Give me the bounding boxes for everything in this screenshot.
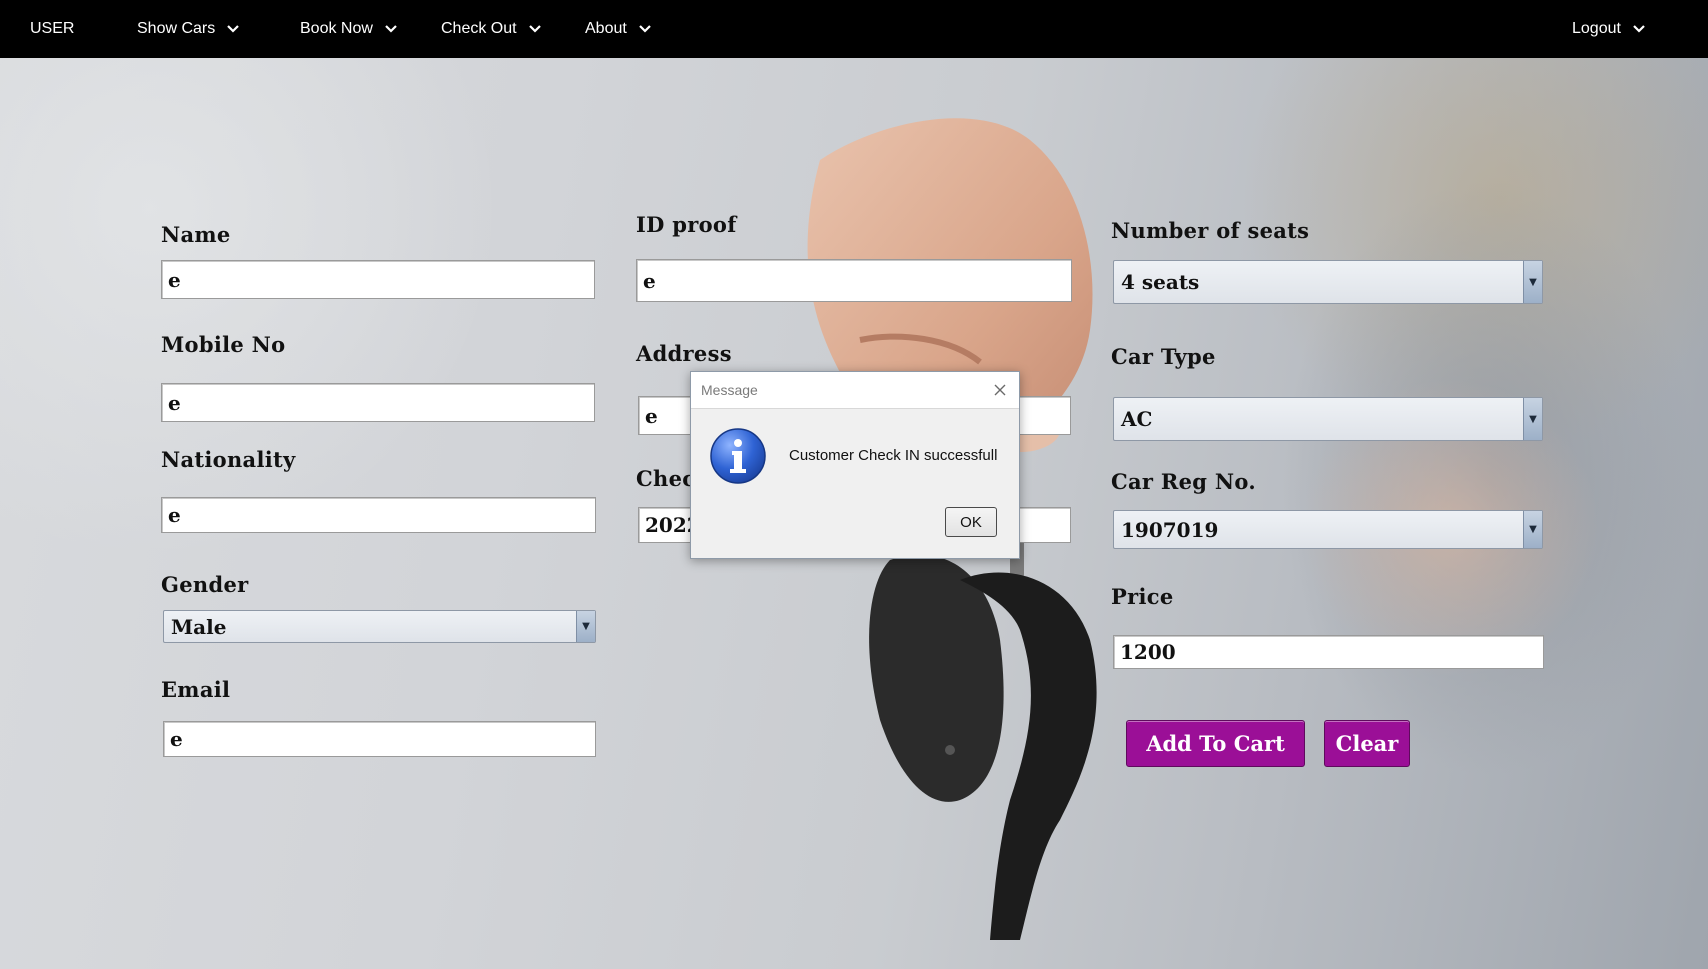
id-proof-label: ID proof	[636, 212, 737, 237]
nav-item-label: Book Now	[300, 20, 373, 37]
car-type-select-value: AC	[1121, 407, 1153, 431]
dropdown-arrow-icon[interactable]: ▼	[1523, 398, 1542, 440]
chevron-down-icon	[225, 21, 241, 37]
chevron-down-icon	[383, 21, 399, 37]
dropdown-arrow-icon[interactable]: ▼	[576, 611, 595, 642]
nav-item-label: About	[585, 20, 627, 37]
name-input[interactable]: e	[161, 260, 595, 299]
nav-item-label: Check Out	[441, 20, 517, 37]
address-label: Address	[636, 341, 732, 366]
name-label: Name	[161, 222, 231, 247]
car-reg-select[interactable]: 1907019 ▼	[1113, 510, 1543, 549]
nationality-label: Nationality	[161, 447, 296, 472]
info-icon	[709, 427, 767, 485]
clear-button[interactable]: Clear	[1324, 720, 1410, 767]
chevron-down-icon	[1631, 21, 1647, 37]
nav-item-label: Show Cars	[137, 20, 216, 37]
nav-brand: USER	[30, 0, 74, 58]
gender-select[interactable]: Male ▼	[163, 610, 596, 643]
dialog-message: Customer Check IN successfull	[789, 447, 998, 464]
message-dialog: Message Customer Check IN successfull OK	[690, 371, 1020, 559]
car-type-label: Car Type	[1111, 344, 1216, 369]
dropdown-arrow-icon[interactable]: ▼	[1523, 511, 1542, 548]
chevron-down-icon	[637, 21, 653, 37]
add-to-cart-button[interactable]: Add To Cart	[1126, 720, 1305, 767]
nationality-input[interactable]: e	[161, 497, 596, 533]
dialog-titlebar[interactable]: Message	[691, 372, 1019, 409]
seats-label: Number of seats	[1111, 218, 1310, 243]
car-key-illustration	[869, 520, 1097, 940]
gender-label: Gender	[161, 572, 249, 597]
chevron-down-icon	[527, 21, 543, 37]
price-input[interactable]: 1200	[1113, 635, 1544, 669]
mobile-label: Mobile No	[161, 332, 286, 357]
close-icon[interactable]	[991, 381, 1009, 399]
dropdown-arrow-icon[interactable]: ▼	[1523, 261, 1542, 303]
seats-select[interactable]: 4 seats ▼	[1113, 260, 1543, 304]
email-input[interactable]: e	[163, 721, 596, 757]
ok-button[interactable]: OK	[945, 507, 997, 537]
nav-item-book-now[interactable]: Book Now	[300, 0, 399, 58]
nav-item-about[interactable]: About	[585, 0, 653, 58]
nav-item-show-cars[interactable]: Show Cars	[137, 0, 241, 58]
seats-select-value: 4 seats	[1121, 270, 1200, 294]
nav-item-check-out[interactable]: Check Out	[441, 0, 543, 58]
nav-brand-label: USER	[30, 20, 75, 37]
car-reg-select-value: 1907019	[1121, 517, 1219, 542]
price-label: Price	[1111, 584, 1174, 609]
nav-item-logout[interactable]: Logout	[1572, 0, 1647, 58]
top-nav: USER Show Cars Book Now Check Out About …	[0, 0, 1708, 58]
dialog-title: Message	[701, 382, 758, 398]
nav-item-label: Logout	[1572, 20, 1621, 37]
id-proof-input[interactable]: e	[636, 259, 1072, 302]
gender-select-value: Male	[171, 614, 227, 639]
car-reg-label: Car Reg No.	[1111, 469, 1256, 494]
email-label: Email	[161, 677, 231, 702]
car-type-select[interactable]: AC ▼	[1113, 397, 1543, 441]
mobile-input[interactable]: e	[161, 383, 595, 422]
